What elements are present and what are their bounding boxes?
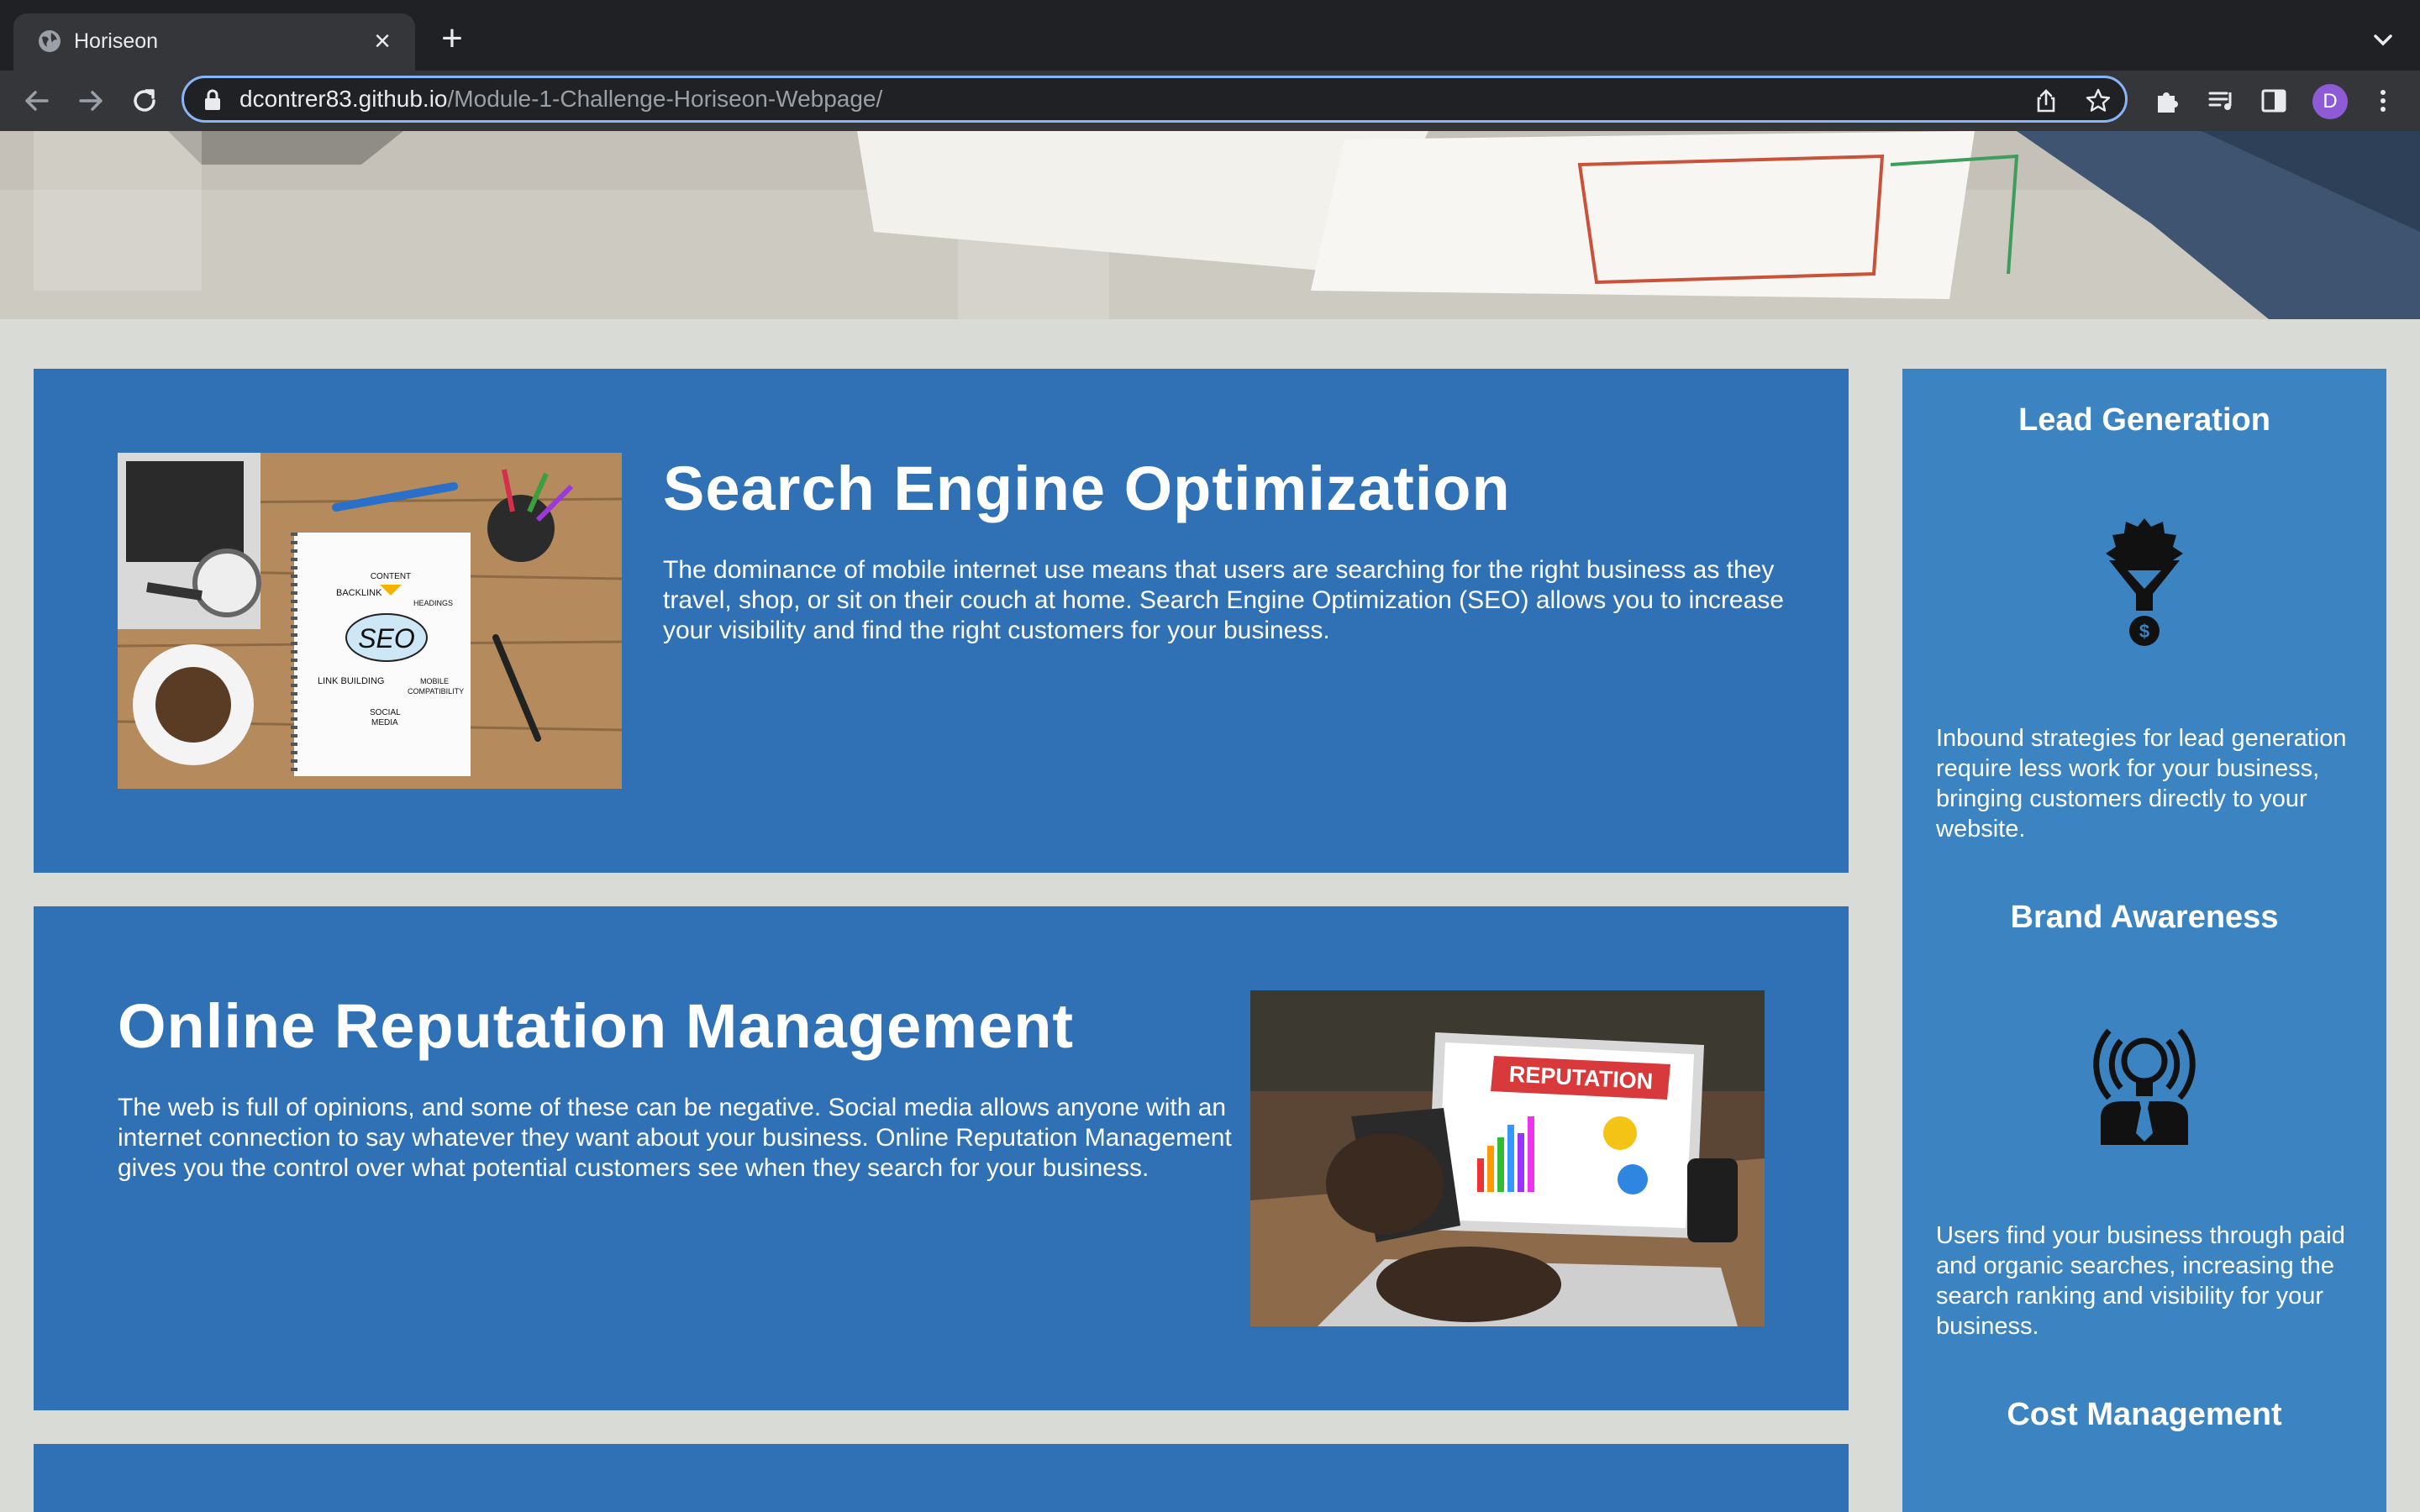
lead-generation-icon: $ (2106, 518, 2183, 646)
mobile-word: MOBILE (420, 677, 449, 685)
side-panel-icon[interactable] (2259, 86, 2289, 116)
social-word: SOCIAL (370, 708, 401, 717)
reputation-section: Online Reputation Management The web is … (34, 906, 1849, 1410)
seo-word: SEO (358, 623, 415, 654)
kebab-menu-icon[interactable] (2368, 86, 2398, 116)
reputation-paragraph: The web is full of opinions, and some of… (118, 1094, 1232, 1182)
chevron-down-icon[interactable] (2366, 24, 2400, 57)
extensions-puzzle-icon[interactable] (2153, 86, 2183, 116)
seo-illustration: SEO CONTENT BACKLINK HEADINGS LINK BUILD… (118, 453, 622, 789)
tab-title: Horiseon (74, 29, 159, 53)
reputation-heading: Online Reputation Management (118, 991, 1075, 1061)
browser-toolbar: dcontrer83.github.io/Module-1-Challenge-… (0, 71, 2420, 131)
lead-generation-text: Inbound strategies for lead generation r… (1936, 725, 2347, 843)
svg-text:$: $ (2139, 621, 2149, 642)
new-tab-button[interactable]: + (434, 20, 471, 59)
globe-icon (39, 30, 60, 52)
forward-arrow-icon[interactable] (74, 84, 108, 118)
headings-word: HEADINGS (413, 599, 453, 607)
browser-tab-strip: Horiseon × + (0, 0, 2420, 71)
seo-image: SEO CONTENT BACKLINK HEADINGS LINK BUILD… (118, 453, 622, 789)
benefits-sidebar: Lead Generation $ Inbound strategies for… (1902, 369, 2386, 1512)
reload-icon[interactable] (128, 84, 161, 118)
url-text[interactable]: dcontrer83.github.io/Module-1-Challenge-… (239, 78, 882, 120)
back-arrow-icon[interactable] (20, 84, 54, 118)
backlink-word: BACKLINK (336, 588, 382, 598)
seo-section: SEO CONTENT BACKLINK HEADINGS LINK BUILD… (34, 369, 1849, 873)
seo-paragraph: The dominance of mobile internet use mea… (663, 556, 1784, 644)
cost-management-title: Cost Management (2007, 1397, 2282, 1432)
seo-heading: Search Engine Optimization (663, 454, 1511, 523)
profile-avatar[interactable]: D (2312, 84, 2348, 119)
hero-photo (0, 131, 2420, 319)
brand-awareness-title: Brand Awareness (2010, 900, 2279, 935)
media-controls-icon[interactable] (2207, 86, 2237, 116)
content-word: CONTENT (371, 572, 411, 581)
bookmark-star-icon[interactable] (2085, 87, 2112, 114)
lock-icon[interactable] (203, 89, 223, 111)
lead-generation-title: Lead Generation (2018, 402, 2270, 438)
third-section (34, 1444, 1849, 1512)
link-building-word: LINK BUILDING (318, 676, 384, 686)
compatibility-word: COMPATIBILITY (408, 687, 464, 696)
hero-image (0, 131, 2420, 319)
brand-awareness-text: Users find your business through paid an… (1936, 1222, 2345, 1340)
close-tab-icon[interactable]: × (366, 25, 398, 57)
url-host: dcontrer83.github.io (239, 86, 448, 112)
reputation-photo: REPUTATION (1250, 990, 1765, 1326)
media-word: MEDIA (371, 718, 398, 727)
browser-tab[interactable]: Horiseon × (13, 13, 415, 71)
brand-awareness-icon (2093, 1028, 2196, 1145)
share-icon[interactable] (2033, 87, 2060, 114)
url-path: /Module-1-Challenge-Horiseon-Webpage/ (447, 86, 883, 112)
address-bar[interactable]: dcontrer83.github.io/Module-1-Challenge-… (182, 76, 2128, 123)
reputation-image: REPUTATION (1250, 990, 1765, 1326)
